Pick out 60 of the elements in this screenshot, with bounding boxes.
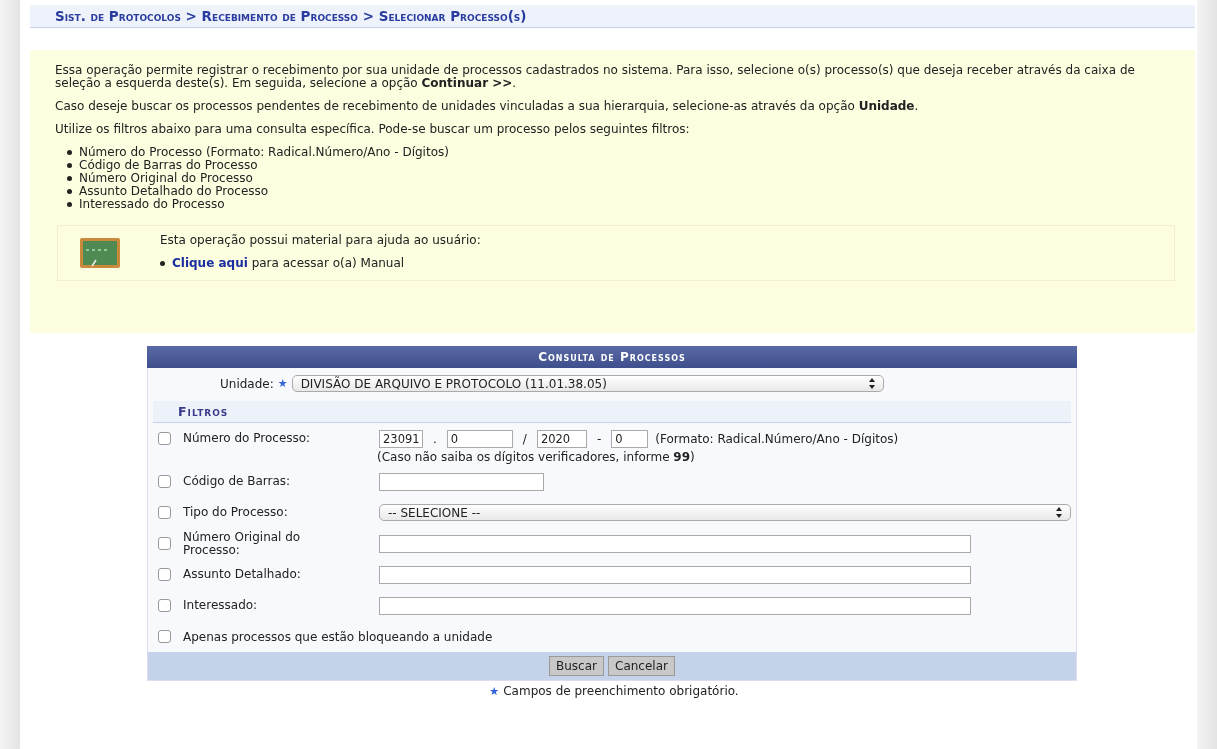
field-label: Número do Processo:	[183, 432, 312, 445]
input-field[interactable]: 23091	[379, 429, 423, 448]
field-label: Número Original do Processo:	[183, 530, 302, 557]
separator: .	[433, 431, 437, 446]
footnote: Campos de preenchimento obrigatório.	[503, 684, 739, 698]
list-item: Número do Processo (Formato: Radical.Número/Ano - Dígitos)	[79, 146, 449, 159]
bullet-icon	[67, 150, 72, 155]
field-label: Interessado:	[183, 599, 259, 612]
input-field[interactable]: 0	[611, 429, 649, 448]
checkbox[interactable]	[158, 432, 171, 445]
form-header: Consulta de Processos	[147, 346, 1077, 368]
bullet-icon	[160, 261, 165, 266]
field-label: Código de Barras:	[183, 475, 292, 488]
separator: -	[596, 431, 602, 446]
field-label: Assunto Detalhado:	[183, 568, 302, 581]
list-item: Assunto Detalhado do Processo	[79, 185, 269, 198]
list-item: Número Original do Processo	[79, 172, 253, 185]
select-value: DIVISÃO DE ARQUIVO E PROTOCOLO (11.01.38.05)	[300, 376, 607, 391]
chalkboard-icon	[80, 238, 120, 270]
list-item: Interessado do Processo	[79, 198, 225, 211]
required-star-icon: ★	[489, 685, 500, 698]
checkbox[interactable]	[158, 475, 171, 488]
checkbox[interactable]	[158, 537, 171, 550]
select-arrows-icon	[1056, 507, 1062, 518]
list-item: Código de Barras do Processo	[79, 159, 258, 172]
field-label: Tipo do Processo:	[183, 506, 289, 519]
field-label: Apenas processos que estão bloqueando a unidade	[183, 629, 493, 644]
help-text: Esta operação possui material para ajuda ao usuário:	[160, 234, 481, 247]
required-star-icon: ★	[277, 377, 288, 390]
help-item: Clique aqui para acessar o(a) Manual	[172, 257, 405, 270]
bullet-icon	[67, 163, 72, 168]
paragraph: Caso deseje buscar os processos pendentes de recebimento de unidades vinculadas a sua hierarquia, selecione-as através da opção Unidade.	[55, 100, 920, 113]
paragraph: Utilize os filtros abaixo para uma consulta específica. Pode-se buscar um processo pelos seguintes filtros:	[55, 123, 691, 136]
select-value: -- SELECIONE --	[388, 505, 481, 520]
checkbox[interactable]	[158, 506, 171, 519]
input-field[interactable]: 0	[446, 429, 513, 448]
section-header: Filtros	[153, 401, 1071, 423]
input-field[interactable]	[379, 534, 971, 553]
input-field[interactable]	[379, 596, 971, 615]
bullet-icon	[67, 189, 72, 194]
cancel-button[interactable]: Cancelar	[608, 656, 675, 676]
bullet-icon	[67, 176, 72, 181]
input-field[interactable]	[379, 472, 544, 491]
field-label: Unidade:	[220, 376, 274, 391]
unit-select[interactable]: DIVISÃO DE ARQUIVO E PROTOCOLO (11.01.38.05)	[291, 375, 884, 392]
paragraph: Essa operação permite registrar o recebimento por sua unidade de processos cadastrados no sistema. Para isso, selecione o(s) processo(s) que deseja receber através da caixa de seleção a esquerda deste(s). Em seguida, selecione a opção Continuar >>.	[55, 64, 1136, 90]
format-hint: (Formato: Radical.Número/Ano - Dígitos)	[655, 431, 899, 446]
bullet-icon	[67, 202, 72, 207]
type-select[interactable]: -- SELECIONE --	[379, 504, 1071, 521]
manual-link[interactable]: Clique aqui	[172, 256, 248, 270]
separator: /	[522, 431, 527, 446]
checkbox[interactable]	[158, 599, 171, 612]
input-field[interactable]: 2020	[536, 429, 587, 448]
search-button[interactable]: Buscar	[549, 656, 604, 676]
select-arrows-icon	[868, 378, 875, 389]
checkbox[interactable]	[158, 568, 171, 581]
input-field[interactable]	[379, 565, 971, 584]
hint-text: (Caso não saiba os dígitos verificadores, informe 99)	[376, 450, 696, 464]
breadcrumb: Sist. de Protocolos > Recebimento de Processo > Selecionar Processo(s)	[30, 5, 1195, 28]
checkbox[interactable]	[158, 630, 171, 643]
